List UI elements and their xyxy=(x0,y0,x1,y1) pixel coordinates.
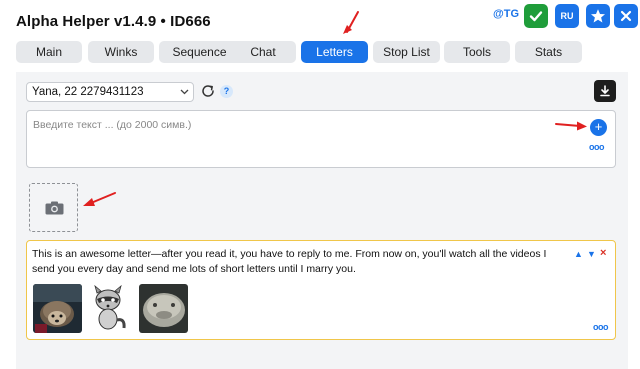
remove-letter-button[interactable]: × xyxy=(600,247,606,259)
attachment-thumbnail-blob[interactable] xyxy=(139,284,188,333)
tab-stats[interactable]: Stats xyxy=(515,41,582,63)
tab-winks[interactable]: Winks xyxy=(88,41,154,63)
compose-more-button[interactable]: ooo xyxy=(589,142,605,152)
app-title: Alpha Helper v1.4.9 • ID666 xyxy=(16,13,211,30)
annotation-arrow-add xyxy=(555,121,587,131)
refresh-icon[interactable] xyxy=(200,83,216,99)
chevron-down-icon xyxy=(180,83,189,107)
letter-compose-field[interactable]: Введите текст ... (до 2000 симв.) + ooo xyxy=(26,110,616,168)
camera-icon xyxy=(45,201,64,215)
annotation-arrow-tabs xyxy=(343,11,359,34)
help-icon[interactable]: ? xyxy=(220,85,233,98)
tab-letters[interactable]: Letters xyxy=(301,41,368,63)
contact-select-value: Yana, 22 2279431123 xyxy=(32,86,144,98)
photo-attach-dropzone[interactable] xyxy=(29,183,78,232)
move-up-button[interactable]: ▲ xyxy=(574,249,583,259)
tab-stop-list[interactable]: Stop List xyxy=(373,41,440,63)
favorite-button[interactable] xyxy=(586,4,610,28)
contact-select[interactable]: Yana, 22 2279431123 xyxy=(26,82,194,102)
language-button[interactable]: RU xyxy=(555,4,579,28)
download-icon xyxy=(600,85,610,97)
tab-chat[interactable]: Chat xyxy=(230,41,296,63)
attachment-thumbnail-raccoon[interactable] xyxy=(88,284,137,333)
annotation-arrow-photo xyxy=(83,192,116,206)
tab-main[interactable]: Main xyxy=(16,41,82,63)
move-down-button[interactable]: ▼ xyxy=(587,249,596,259)
header: Alpha Helper v1.4.9 • ID666 @TG RU xyxy=(0,0,640,38)
check-icon xyxy=(529,11,543,22)
tab-sequence[interactable]: Sequence xyxy=(159,41,240,63)
star-icon xyxy=(591,9,605,23)
download-button[interactable] xyxy=(594,80,616,102)
confirm-button[interactable] xyxy=(524,4,548,28)
add-letter-button[interactable]: + xyxy=(590,119,607,136)
letter-text: This is an awesome letter—after you read… xyxy=(32,248,547,275)
tab-tools[interactable]: Tools xyxy=(444,41,510,63)
close-icon xyxy=(620,10,632,22)
compose-placeholder: Введите текст ... (до 2000 симв.) xyxy=(33,119,192,131)
telegram-link[interactable]: @TG xyxy=(493,8,519,20)
letter-more-button[interactable]: ooo xyxy=(593,322,609,332)
letter-card: This is an awesome letter—after you read… xyxy=(26,240,616,340)
close-button[interactable] xyxy=(614,4,638,28)
attachment-thumbnail-hedgehog[interactable] xyxy=(33,284,82,333)
